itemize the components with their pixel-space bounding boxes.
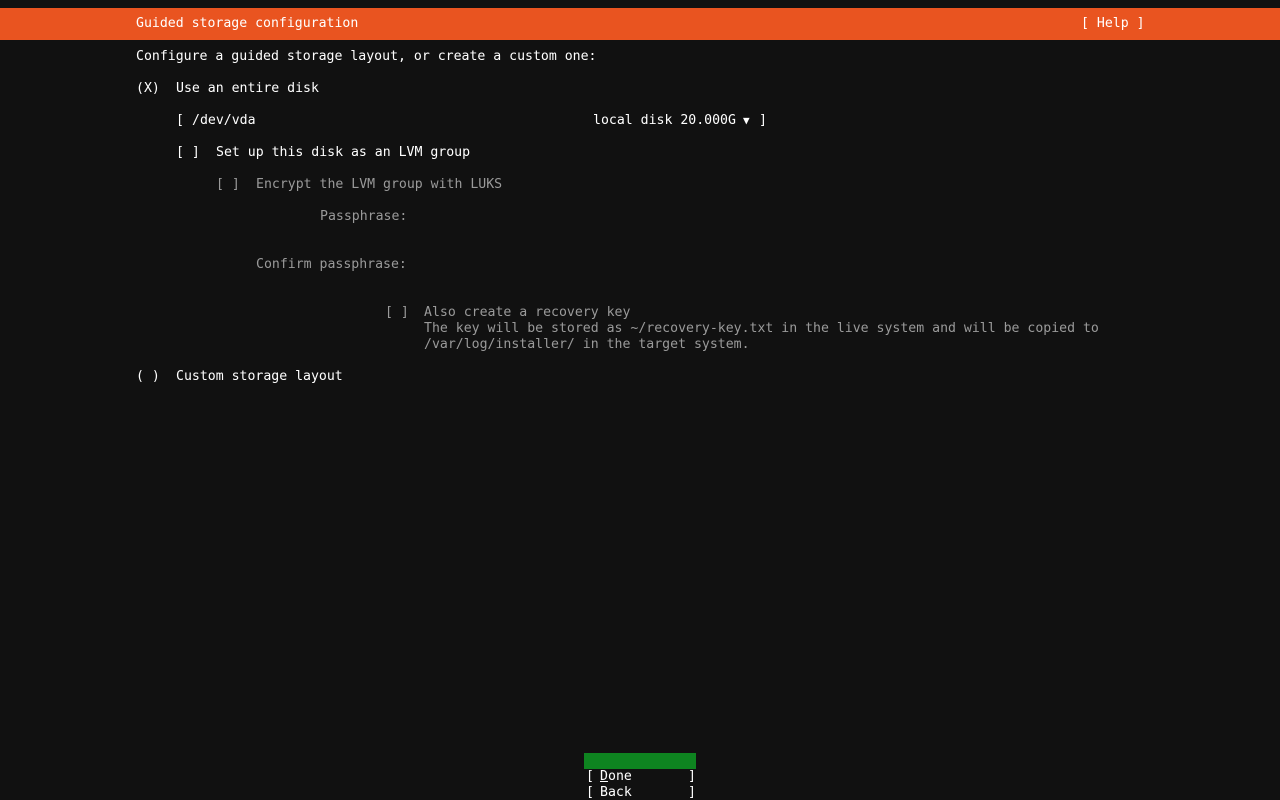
back-close-bracket: ] [688, 785, 696, 800]
lvm-label: Set up this disk as an LVM group [216, 145, 471, 160]
back-label: Back [600, 785, 632, 800]
disk-selector-close-bracket: ] [759, 113, 767, 128]
entire-disk-label: Use an entire disk [176, 81, 319, 96]
recovery-key-description-line2: /var/log/installer/ in the target system… [424, 337, 750, 352]
luks-checkbox: [ ] [216, 177, 240, 192]
chevron-down-icon[interactable]: ▼ [743, 113, 750, 129]
lvm-checkbox[interactable]: [ ] [176, 145, 200, 161]
recovery-key-label: Also create a recovery key [424, 305, 631, 320]
help-button[interactable]: [ Help ] [1081, 16, 1145, 32]
passphrase-input [424, 209, 1024, 225]
custom-storage-label: Custom storage layout [176, 369, 343, 384]
confirm-passphrase-label: Confirm passphrase: [256, 257, 407, 272]
passphrase-label: Passphrase: [320, 209, 408, 224]
disk-selector-detail: local disk 20.000G [593, 113, 736, 128]
recovery-key-description-line1: The key will be stored as ~/recovery-key… [424, 321, 1099, 336]
disk-selector-open-bracket: [ [176, 113, 184, 128]
disk-selector-value: /dev/vda [192, 113, 256, 128]
recovery-key-checkbox: [ ] [385, 305, 409, 320]
luks-label: Encrypt the LVM group with LUKS [256, 177, 503, 192]
entire-disk-radio[interactable]: (X) [136, 81, 160, 97]
intro-text: Configure a guided storage layout, or cr… [136, 49, 597, 64]
title-bar: Guided storage configuration [ Help ] [0, 8, 1280, 40]
page-title: Guided storage configuration [136, 16, 359, 31]
done-button[interactable]: [ Done] [584, 753, 696, 784]
confirm-passphrase-input [424, 257, 1024, 273]
custom-storage-radio[interactable]: ( ) [136, 369, 160, 385]
back-button[interactable]: [ Back] [584, 769, 696, 800]
